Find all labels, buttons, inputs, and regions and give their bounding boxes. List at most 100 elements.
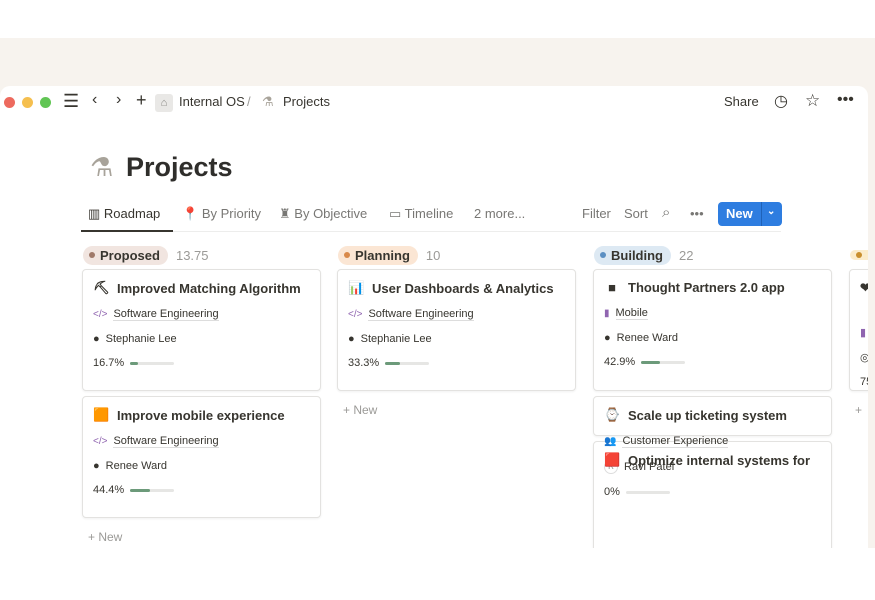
project-card[interactable]: 🟧 Improve mobile experience </> Software En…	[82, 396, 321, 518]
card-title: Improve mobile experience	[117, 407, 285, 423]
tab-roadmap[interactable]: ▥ Roadmap	[88, 206, 160, 222]
progress-bar	[385, 361, 430, 365]
column-header: Planning 10	[338, 245, 576, 265]
progress-fill	[130, 488, 150, 492]
column-header	[850, 246, 868, 264]
project-icon: 🟧	[93, 407, 110, 422]
progress-fill	[385, 361, 400, 365]
progress-text: 44.4%	[93, 484, 125, 496]
project-card[interactable]: ■ Thought Partners 2.0 app ▮ Mobile ● Renee W…	[593, 269, 832, 391]
menu-icon[interactable]: ☰	[63, 91, 79, 112]
team-icon: </>	[93, 309, 108, 320]
microscope-icon: ⚗	[262, 94, 274, 109]
team-icon: </>	[348, 309, 363, 320]
new-label: New	[98, 530, 123, 544]
column-count: 10	[425, 247, 441, 263]
tab-label: Timeline	[404, 206, 454, 221]
share-button[interactable]: Share	[724, 94, 759, 109]
status-badge[interactable]: Proposed	[83, 245, 168, 265]
project-card[interactable]: 📊 User Dashboards & Analytics </> Software …	[337, 269, 576, 391]
home-icon[interactable]: ⌂	[155, 94, 173, 112]
status-dot	[856, 252, 862, 258]
minimize-window-button[interactable]	[22, 97, 33, 108]
column-proposed: Proposed 13.75 ⛏ Improved Matching Algorith…	[82, 245, 321, 544]
progress-fill	[641, 360, 661, 364]
filter-button[interactable]: Filter	[582, 206, 611, 221]
owner-name: Stephanie Lee	[360, 333, 432, 345]
more-options-icon[interactable]: •••	[690, 206, 704, 221]
progress-text: 42.9%	[604, 356, 636, 368]
status-label: Proposed	[100, 247, 160, 263]
project-card[interactable]: 🟥 Optimize internal systems for	[593, 441, 832, 548]
chevron-down-icon[interactable]: ⌄	[767, 206, 775, 217]
card-title: Thought Partners 2.0 app	[628, 280, 785, 295]
card-title: Scale up ticketing system	[628, 407, 787, 423]
team-icon: </>	[93, 436, 108, 447]
back-icon[interactable]: ‹	[92, 91, 97, 109]
progress-bar	[641, 360, 686, 364]
project-icon: ⛏	[93, 280, 110, 295]
status-label: Building	[611, 247, 663, 263]
progress-text: 16.7%	[93, 357, 125, 369]
project-card[interactable]: ❤▮◎75	[849, 269, 868, 391]
add-new-button[interactable]: + New	[88, 530, 321, 544]
add-new-icon[interactable]: +	[855, 403, 868, 417]
progress-text: 0%	[604, 486, 620, 498]
project-icon: 📊	[348, 280, 365, 295]
team-tag[interactable]: Mobile	[615, 307, 648, 320]
project-icon: ■	[608, 280, 616, 295]
tab-by-priority[interactable]: 📍 By Priority	[182, 206, 261, 222]
status-badge[interactable]: Planning	[338, 245, 418, 265]
more-views-button[interactable]: 2 more...	[474, 206, 525, 221]
progress-text: 33.3%	[348, 357, 380, 369]
sort-button[interactable]: Sort	[624, 206, 648, 221]
owner-name: Renee Ward	[105, 460, 167, 472]
search-icon[interactable]: ⌕	[662, 204, 670, 221]
star-icon[interactable]: ☆	[805, 91, 820, 111]
team-tag[interactable]: Software Engineering	[368, 308, 474, 321]
tab-timeline[interactable]: ▭ Timeline	[389, 206, 453, 222]
column-building: Building 22 ■ Thought Partners 2.0 app ▮ Mobi…	[593, 245, 832, 548]
add-new-button[interactable]: + New	[343, 403, 576, 417]
avatar: ●	[93, 333, 100, 345]
more-icon[interactable]: •••	[837, 91, 854, 109]
progress-bar	[130, 488, 175, 492]
close-window-button[interactable]	[4, 97, 15, 108]
progress-bar	[625, 490, 670, 494]
status-label: Planning	[355, 247, 410, 263]
team-tag[interactable]: Software Engineering	[113, 435, 219, 448]
forward-icon[interactable]: ›	[116, 91, 121, 109]
new-label: New	[353, 403, 378, 417]
team-tag[interactable]: Customer Experience	[622, 435, 729, 448]
new-label: New	[726, 206, 753, 221]
status-dot	[344, 252, 350, 258]
column-header: Building 22	[594, 245, 832, 265]
tab-by-objective[interactable]: ♜ By Objective	[279, 206, 367, 222]
team-icon: 👥	[604, 436, 617, 447]
breadcrumb-projects[interactable]: Projects	[283, 94, 330, 109]
progress-text: 75	[860, 376, 868, 388]
breadcrumb-internal-os[interactable]: Internal OS	[179, 94, 245, 109]
project-card[interactable]: ⌚ Scale up ticketing system 👥 Customer Expe…	[593, 396, 832, 498]
tab-label: Roadmap	[103, 206, 161, 221]
plus-icon[interactable]: +	[136, 90, 147, 111]
team-icon: ▮	[604, 308, 610, 319]
maximize-window-button[interactable]	[40, 97, 51, 108]
project-card[interactable]: ⛏ Improved Matching Algorithm </> Software …	[82, 269, 321, 391]
status-dot	[89, 252, 95, 258]
status-badge[interactable]	[850, 250, 868, 260]
new-button[interactable]: New ⌄	[718, 202, 782, 226]
team-tag[interactable]: Software Engineering	[113, 308, 219, 321]
project-icon: ⌚	[604, 407, 621, 422]
progress-bar	[130, 361, 175, 365]
owner-name: Stephanie Lee	[105, 333, 177, 345]
avatar: ●	[604, 332, 611, 344]
divider	[761, 202, 762, 226]
status-dot	[600, 252, 606, 258]
clock-icon[interactable]: ◷	[774, 91, 788, 111]
column-planning: Planning 10 📊 User Dashboards & Analytics </…	[337, 245, 576, 417]
page-title: Projects	[126, 152, 233, 182]
status-badge[interactable]: Building	[594, 245, 671, 265]
owner-name: Renee Ward	[616, 332, 678, 344]
avatar: ●	[348, 333, 355, 345]
